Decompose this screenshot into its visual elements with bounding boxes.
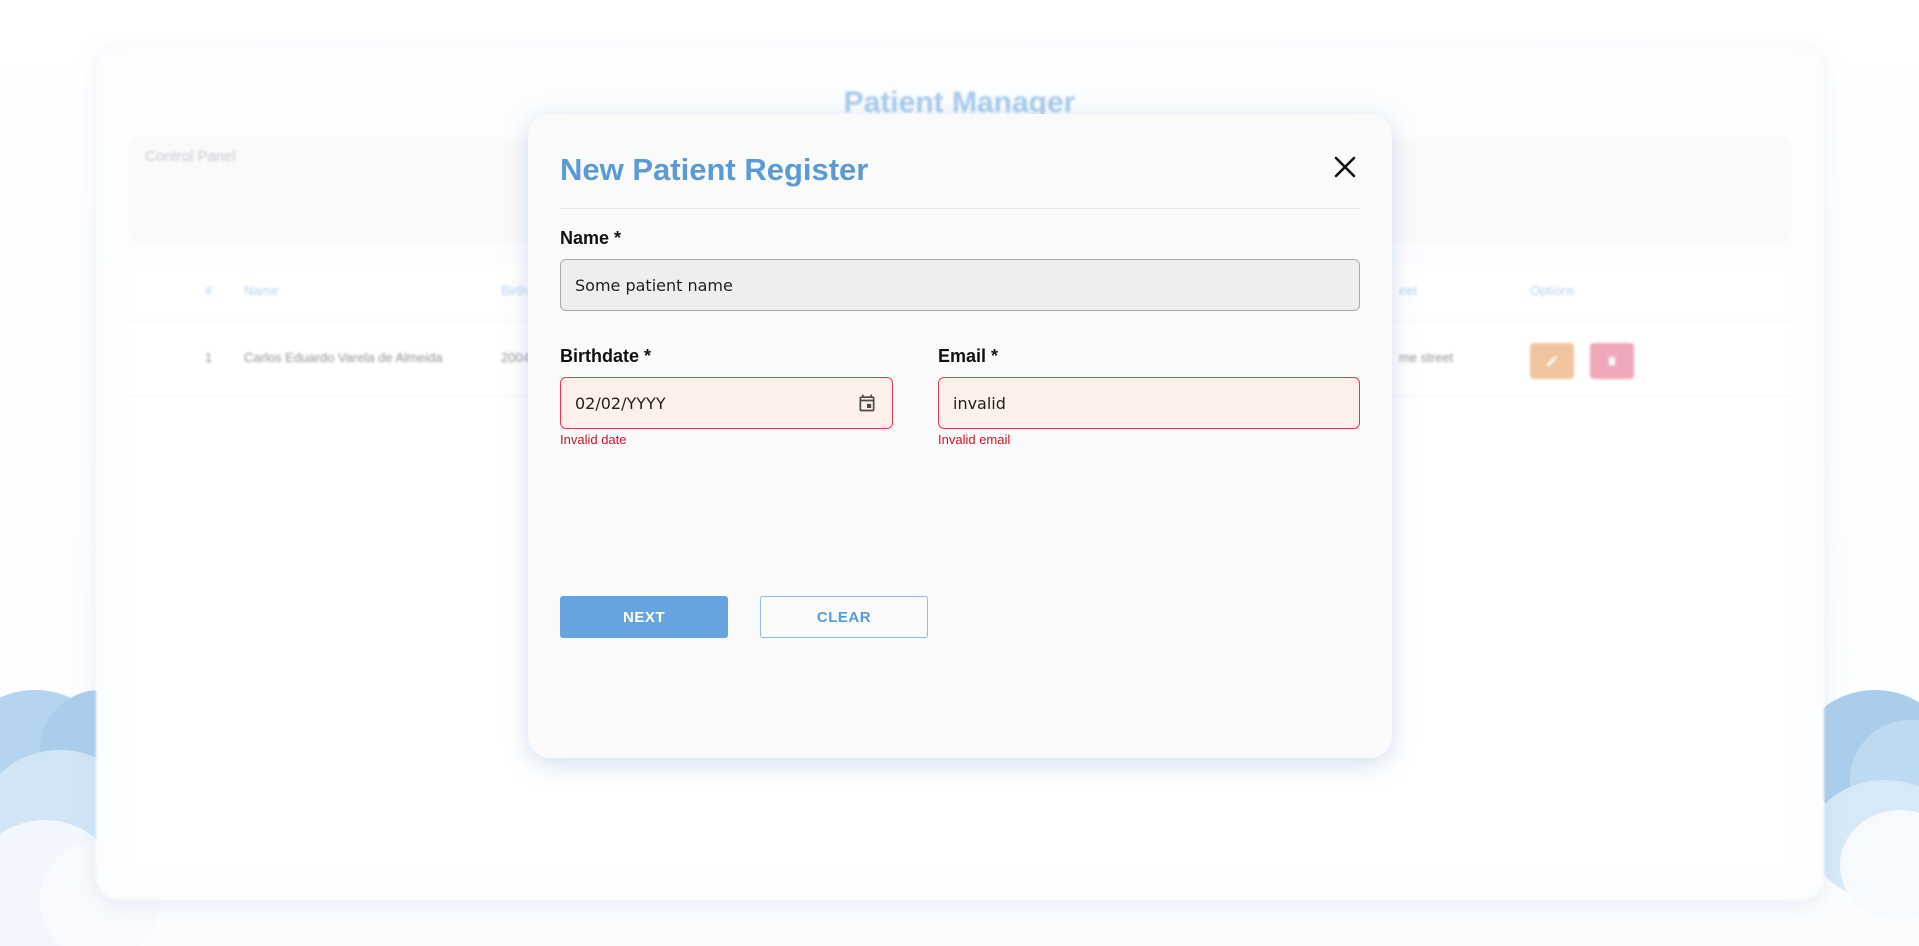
screen: Patient Manager Control Panel # Name Bir… bbox=[0, 0, 1919, 946]
dialog-divider bbox=[560, 208, 1360, 209]
close-button[interactable] bbox=[1328, 150, 1362, 184]
name-input-value: Some patient name bbox=[575, 275, 733, 295]
birthdate-input[interactable]: 02/02/YYYY bbox=[560, 377, 893, 429]
calendar-icon[interactable] bbox=[856, 392, 878, 414]
name-input[interactable]: Some patient name bbox=[560, 259, 1360, 311]
clear-button[interactable]: CLEAR bbox=[760, 596, 928, 638]
birthdate-input-value: 02/02/YYYY bbox=[575, 393, 666, 413]
name-label: Name * bbox=[560, 228, 622, 248]
close-icon bbox=[1334, 156, 1356, 178]
birthdate-label: Birthdate * bbox=[560, 346, 652, 366]
email-label: Email * bbox=[938, 346, 999, 366]
birthdate-error: Invalid date bbox=[560, 432, 627, 447]
email-input[interactable]: invalid bbox=[938, 377, 1360, 429]
new-patient-dialog: New Patient Register Name * Some patient… bbox=[528, 114, 1392, 758]
dialog-title: New Patient Register bbox=[560, 152, 869, 187]
next-button[interactable]: NEXT bbox=[560, 596, 728, 638]
email-input-value: invalid bbox=[953, 393, 1006, 413]
email-error: Invalid email bbox=[938, 432, 1011, 447]
